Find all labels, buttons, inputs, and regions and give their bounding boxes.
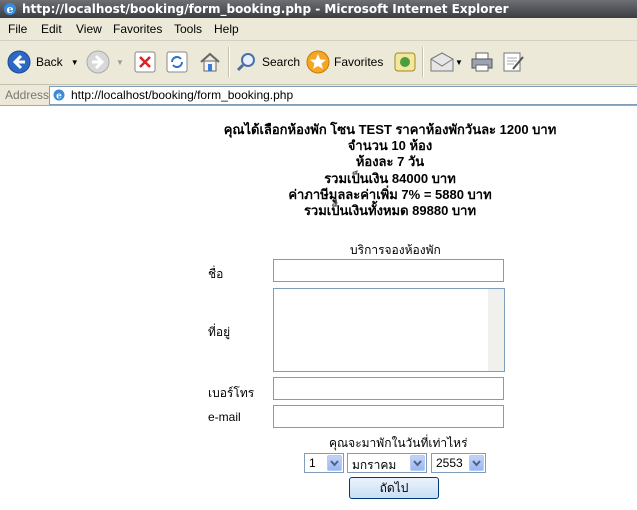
phone-input[interactable] xyxy=(273,377,504,400)
page-content: คุณได้เลือกห้องพัก โซน TEST ราคาห้องพักว… xyxy=(0,106,637,510)
favorites-star-icon xyxy=(306,50,330,74)
stop-icon xyxy=(134,51,156,73)
menu-favorites[interactable]: Favorites xyxy=(113,22,162,36)
menu-file[interactable]: File xyxy=(8,22,27,36)
summary-total: รวมเป็นเงินทั้งหมด 89880 บาท xyxy=(303,203,477,219)
toolbar-separator xyxy=(422,47,424,77)
menu-tools[interactable]: Tools xyxy=(174,22,202,36)
mail-icon xyxy=(430,52,454,72)
address-label: Address xyxy=(5,88,50,102)
summary-vat: ค่าภาษีมูลละค่าเพิ่ม 7% = 5880 บาท xyxy=(288,186,492,202)
year-select[interactable]: 2553 xyxy=(431,453,486,473)
home-button[interactable] xyxy=(198,49,222,75)
day-select[interactable]: 1 xyxy=(304,453,344,473)
svg-text:e: e xyxy=(7,3,14,16)
back-arrow-icon xyxy=(7,50,31,74)
edit-page-icon xyxy=(503,52,524,72)
forward-button[interactable]: ▼ xyxy=(86,49,124,75)
edit-button[interactable] xyxy=(501,49,525,75)
menu-edit[interactable]: Edit xyxy=(41,22,62,36)
toolbar-separator xyxy=(228,47,230,77)
back-dropdown-icon[interactable]: ▼ xyxy=(71,58,79,67)
address-bar: Address e http://localhost/booking/form_… xyxy=(0,85,637,106)
date-prompt: คุณจะมาพักในวันที่เท่าไหร่ xyxy=(329,436,468,450)
media-button[interactable] xyxy=(393,49,417,75)
menu-help[interactable]: Help xyxy=(214,22,239,36)
forward-dropdown-icon[interactable]: ▼ xyxy=(116,58,124,67)
address-url: http://localhost/booking/form_booking.ph… xyxy=(71,88,294,102)
svg-text:e: e xyxy=(56,92,62,102)
next-button[interactable]: ถัดไป xyxy=(349,477,439,499)
window-title: http://localhost/booking/form_booking.ph… xyxy=(22,2,509,16)
favorites-label: Favorites xyxy=(334,55,384,69)
chevron-down-icon xyxy=(469,455,484,471)
month-select[interactable]: มกราคม xyxy=(347,453,427,473)
booking-summary: คุณได้เลือกห้องพัก โซน TEST ราคาห้องพักว… xyxy=(170,122,610,219)
mail-button[interactable]: ▼ xyxy=(429,49,463,75)
search-button[interactable]: Search xyxy=(235,49,300,75)
email-input[interactable] xyxy=(273,405,504,428)
phone-label: เบอร์โทร xyxy=(208,386,255,400)
refresh-icon xyxy=(166,51,188,73)
mail-dropdown-icon[interactable]: ▼ xyxy=(455,58,463,67)
address-textarea[interactable] xyxy=(273,288,505,372)
forward-arrow-icon xyxy=(86,50,110,74)
toolbar: Back ▼ ▼ Search Favorites ▼ xyxy=(0,41,637,85)
page-icon: e xyxy=(53,89,65,101)
day-value: 1 xyxy=(309,456,316,470)
window-title-bar: e http://localhost/booking/form_booking.… xyxy=(0,0,637,18)
chevron-down-icon xyxy=(327,455,342,471)
address-input[interactable]: e http://localhost/booking/form_booking.… xyxy=(49,86,637,105)
menu-bar: File Edit View Favorites Tools Help xyxy=(0,18,637,41)
search-icon xyxy=(236,53,255,72)
year-value: 2553 xyxy=(436,456,463,470)
summary-room-count: จำนวน 10 ห้อง xyxy=(347,138,433,154)
ie-logo-icon: e xyxy=(4,3,16,16)
name-label: ชื่อ xyxy=(208,267,224,281)
back-label: Back xyxy=(36,55,63,69)
home-icon xyxy=(200,52,220,72)
summary-subtotal: รวมเป็นเงิน 84000 บาท xyxy=(324,170,456,186)
email-label: e-mail xyxy=(208,410,241,424)
textarea-scrollbar[interactable] xyxy=(488,289,504,371)
refresh-button[interactable] xyxy=(166,49,188,75)
menu-view[interactable]: View xyxy=(76,22,102,36)
summary-days: ห้องละ 7 วัน xyxy=(355,154,425,170)
summary-room-zone: คุณได้เลือกห้องพัก โซน TEST ราคาห้องพักว… xyxy=(223,122,557,137)
month-value: มกราคม xyxy=(352,458,397,472)
stop-button[interactable] xyxy=(134,49,156,75)
name-input[interactable] xyxy=(273,259,504,282)
form-title: บริการจองห้องพัก xyxy=(350,243,441,257)
address-field-label: ที่อยู่ xyxy=(208,325,231,339)
print-button[interactable] xyxy=(470,49,494,75)
media-icon xyxy=(394,52,416,72)
favorites-button[interactable]: Favorites xyxy=(306,49,383,75)
back-button[interactable]: Back ▼ xyxy=(7,49,79,75)
printer-icon xyxy=(471,52,493,72)
chevron-down-icon xyxy=(410,455,425,471)
search-label: Search xyxy=(262,55,301,69)
